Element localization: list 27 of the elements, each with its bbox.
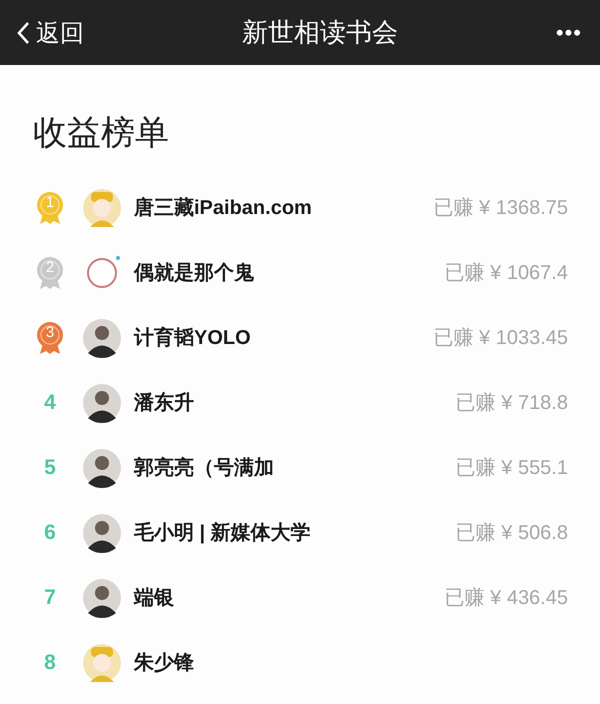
rank-number: 1 xyxy=(44,194,56,210)
earnings-amount: 已赚 ¥ 506.8 xyxy=(456,521,568,546)
rank-number: 7 xyxy=(44,586,56,610)
earnings-amount: 已赚 ¥ 1067.4 xyxy=(444,261,568,286)
list-heading: 收益榜单 xyxy=(32,113,170,154)
earnings-amount: 已赚 ¥ 1033.45 xyxy=(433,326,568,351)
user-name[interactable]: 计育韬YOLO xyxy=(134,324,434,351)
rank-number: 4 xyxy=(44,390,56,414)
back-button[interactable]: 返回 xyxy=(16,16,84,48)
user-name[interactable]: 潘东升 xyxy=(134,389,456,416)
user-name[interactable]: 郭亮亮（号满加 xyxy=(134,454,456,481)
more-button[interactable]: ••• xyxy=(556,20,582,46)
user-name[interactable]: 端银 xyxy=(134,584,445,611)
rank-number: 8 xyxy=(44,650,56,674)
user-name[interactable]: 毛小明 | 新媒体大学 xyxy=(134,519,456,546)
earnings-amount: 已赚 ¥ 1368.75 xyxy=(433,196,568,221)
back-chevron-icon[interactable] xyxy=(16,20,30,44)
earnings-amount: 已赚 ¥ 718.8 xyxy=(456,391,568,416)
user-name[interactable]: 偶就是那个鬼 xyxy=(134,259,445,286)
earnings-amount: 已赚 ¥ 555.1 xyxy=(456,456,568,481)
user-name[interactable]: 朱少锋 xyxy=(134,649,568,676)
rank-number: 3 xyxy=(44,324,56,340)
earnings-amount: 已赚 ¥ 436.45 xyxy=(444,586,568,611)
rank-number: 5 xyxy=(44,456,56,480)
user-name[interactable]: 唐三藏iPaiban.com xyxy=(134,194,434,221)
rank-number: 6 xyxy=(44,520,56,544)
page-title: 新世相读书会 xyxy=(242,16,398,49)
